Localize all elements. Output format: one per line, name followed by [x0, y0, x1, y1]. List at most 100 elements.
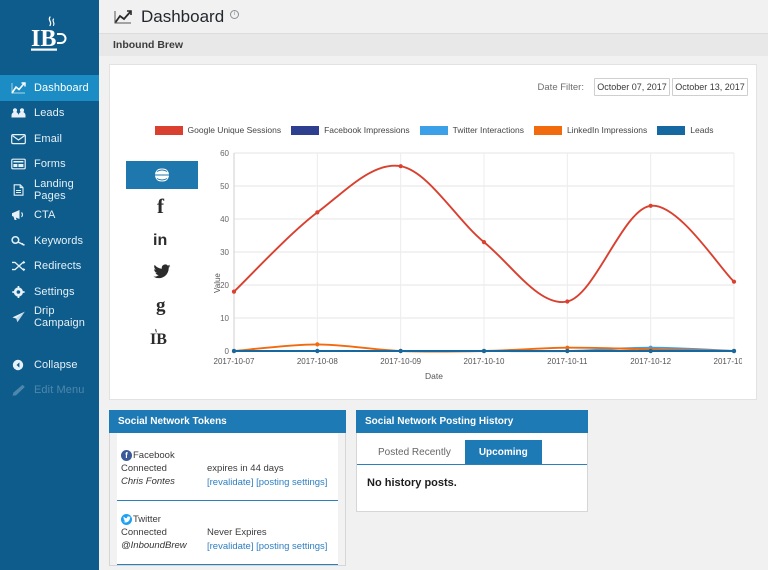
sidebar-item-settings[interactable]: Settings: [0, 279, 99, 305]
token-row: f Facebook Connected Chris Fontes expire…: [117, 433, 338, 501]
sidebar-item-keywords[interactable]: Keywords: [0, 228, 99, 254]
posting-settings-link[interactable]: [posting settings]: [256, 477, 327, 488]
sidebar-item-edit-menu[interactable]: Edit Menu: [0, 378, 99, 404]
line-chart-plot: 01020304050602017-10-072017-10-082017-10…: [202, 147, 742, 382]
legend-label: Facebook Impressions: [324, 125, 410, 135]
chart-x-axis-title: Date: [110, 371, 758, 381]
panel-title: Social Network Posting History: [356, 410, 588, 433]
sidebar-item-cta[interactable]: CTA: [0, 203, 99, 229]
legend-swatch: [657, 126, 685, 135]
svg-text:g: g: [156, 295, 166, 316]
legend-item[interactable]: Google Unique Sessions: [155, 125, 282, 135]
svg-text:40: 40: [220, 215, 229, 224]
sidebar-item-collapse[interactable]: Collapse: [0, 352, 99, 378]
sidebar-item-label: Landing Pages: [34, 178, 99, 202]
sidebar-item-landing-pages[interactable]: Landing Pages: [0, 177, 99, 203]
revalidate-link[interactable]: [revalidate]: [207, 541, 253, 552]
date-filter-end-input[interactable]: October 13, 2017: [672, 78, 748, 96]
gear-icon: [10, 285, 27, 299]
token-identity: f Facebook Connected Chris Fontes: [121, 449, 207, 490]
legend-item[interactable]: Twitter Interactions: [420, 125, 524, 135]
svg-text:50: 50: [220, 182, 229, 191]
revalidate-link[interactable]: [revalidate]: [207, 477, 253, 488]
token-identity: Twitter Connected @InboundBrew: [121, 513, 207, 554]
page-header: Dashboard i: [99, 0, 768, 33]
posting-settings-link[interactable]: [posting settings]: [256, 541, 327, 552]
sidebar: IB Dashboard Leads: [0, 0, 99, 570]
chart-line-icon: [10, 81, 27, 95]
sidebar-item-drip-campaign[interactable]: Drip Campaign: [0, 305, 99, 331]
channel-google-button[interactable]: g: [126, 288, 198, 321]
sidebar-item-label: Email: [34, 133, 62, 145]
legend-swatch: [155, 126, 183, 135]
globe-icon: [154, 167, 170, 183]
sidebar-item-label: Keywords: [34, 235, 83, 247]
channel-twitter-button[interactable]: [126, 255, 198, 288]
svg-text:2017-10-09: 2017-10-09: [380, 357, 421, 366]
token-account: @InboundBrew: [121, 539, 207, 552]
svg-text:2017-10-08: 2017-10-08: [297, 357, 338, 366]
sidebar-item-email[interactable]: Email: [0, 126, 99, 152]
facebook-icon: f: [155, 195, 169, 217]
svg-text:2017-10-12: 2017-10-12: [630, 357, 671, 366]
users-icon: [10, 106, 27, 120]
legend-item[interactable]: LinkedIn Impressions: [534, 125, 647, 135]
page-icon: [10, 183, 27, 197]
sidebar-item-label: CTA: [34, 209, 55, 221]
sidebar-nav: Dashboard Leads Email Forms: [0, 75, 99, 403]
channel-globe-button[interactable]: [126, 161, 198, 189]
chart-legend: Google Unique Sessions Facebook Impressio…: [110, 125, 758, 135]
date-filter-start-input[interactable]: October 07, 2017: [594, 78, 670, 96]
info-icon[interactable]: i: [230, 10, 239, 19]
panel-title: Social Network Tokens: [109, 410, 346, 433]
history-body: Posted Recently Upcoming No history post…: [356, 433, 588, 512]
form-icon: [10, 157, 27, 171]
svg-text:30: 30: [220, 248, 229, 257]
google-plus-icon: g: [155, 294, 169, 316]
legend-label: LinkedIn Impressions: [567, 125, 647, 135]
page-title: Dashboard: [141, 7, 224, 27]
legend-swatch: [420, 126, 448, 135]
social-network-posting-history-panel: Social Network Posting History Posted Re…: [356, 410, 588, 566]
legend-item[interactable]: Facebook Impressions: [291, 125, 410, 135]
token-status: Connected: [121, 462, 207, 475]
key-icon: [10, 234, 27, 248]
collapse-arrow-icon: [10, 358, 27, 372]
sidebar-item-forms[interactable]: Forms: [0, 152, 99, 178]
legend-item[interactable]: Leads: [657, 125, 713, 135]
social-network-tokens-panel: Social Network Tokens f Facebook Connect…: [109, 410, 346, 566]
svg-text:0: 0: [225, 347, 230, 356]
token-details: Never Expires [revalidate] [posting sett…: [207, 513, 327, 554]
date-filter: Date Filter: October 07, 2017 October 13…: [538, 78, 748, 96]
legend-label: Twitter Interactions: [453, 125, 524, 135]
channel-inbound-brew-button[interactable]: IB: [126, 321, 198, 354]
svg-text:2017-10-13: 2017-10-13: [714, 357, 742, 366]
channel-facebook-button[interactable]: f: [126, 189, 198, 222]
sidebar-item-dashboard[interactable]: Dashboard: [0, 75, 99, 101]
tokens-list: f Facebook Connected Chris Fontes expire…: [109, 433, 346, 566]
sidebar-item-redirects[interactable]: Redirects: [0, 254, 99, 280]
content-area: Date Filter: October 07, 2017 October 13…: [99, 56, 768, 566]
sidebar-item-label: Redirects: [34, 260, 81, 272]
inbound-brew-icon: IB: [149, 328, 175, 348]
sidebar-logo[interactable]: IB: [0, 0, 99, 71]
channel-selector-rail: f in g: [126, 161, 198, 354]
date-filter-label: Date Filter:: [538, 82, 584, 93]
token-account: Chris Fontes: [121, 475, 207, 488]
history-empty-message: No history posts.: [357, 465, 587, 511]
inbound-brew-logo-icon: IB: [27, 13, 73, 59]
shuffle-icon: [10, 259, 27, 273]
channel-linkedin-button[interactable]: in: [126, 222, 198, 255]
sidebar-item-leads[interactable]: Leads: [0, 101, 99, 127]
chart-y-axis-title: Value: [213, 273, 222, 293]
svg-text:IB: IB: [31, 26, 56, 52]
sidebar-item-label: Forms: [34, 158, 66, 170]
megaphone-icon: [10, 208, 27, 222]
sidebar-item-label: Leads: [34, 107, 64, 119]
tab-posted-recently[interactable]: Posted Recently: [364, 440, 465, 464]
facebook-badge-icon: f: [121, 450, 132, 461]
paper-plane-icon: [10, 310, 27, 324]
legend-swatch: [534, 126, 562, 135]
tab-upcoming[interactable]: Upcoming: [465, 440, 542, 464]
chart-line-icon: [113, 9, 133, 25]
